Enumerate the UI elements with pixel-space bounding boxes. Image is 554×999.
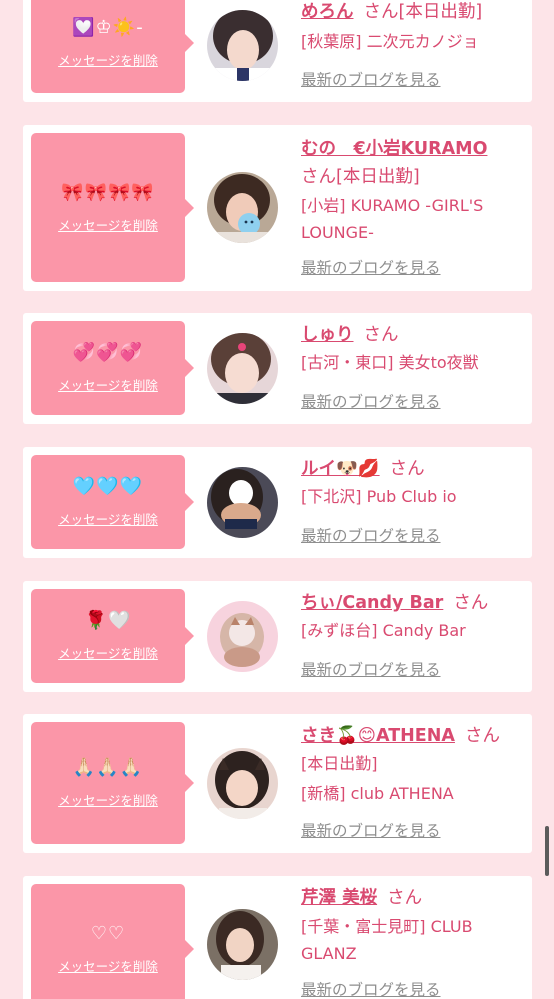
shop-info: [みずほ台] Candy Bar [301, 621, 466, 640]
delete-message-link[interactable]: メッセージを削除 [58, 378, 158, 394]
message-emoji: 🙏🏻🙏🏻🙏🏻 [72, 757, 144, 778]
avatar[interactable] [207, 172, 278, 243]
message-bubble: 🌹🤍 メッセージを削除 [31, 589, 194, 683]
avatar[interactable] [207, 748, 278, 819]
message-card: 💟♔☀️- メッセージを削除 めろん さん[本日出勤] [秋葉原] 二次元カノジョ… [23, 0, 532, 102]
shop-info: [小岩] KURAMO -GIRL'S LOUNGE- [301, 196, 484, 242]
sender-status: [本日出勤] [301, 754, 378, 773]
sender-name-line: ルイ🐶💋 さん [301, 457, 527, 481]
message-bubble: 🎀🎀🎀🎀 メッセージを削除 [31, 133, 194, 282]
avatar[interactable] [207, 10, 278, 81]
message-card: 🌹🤍 メッセージを削除 ちぃ/Candy Bar さん [みずほ台] Candy … [23, 581, 532, 692]
sender-status: [本日出勤] [398, 2, 483, 22]
shop-info: [秋葉原] 二次元カノジョ [301, 32, 479, 51]
delete-message-link[interactable]: メッセージを削除 [58, 793, 158, 809]
shop-info: [古河・東口] 美女to夜獣 [301, 353, 479, 372]
message-card: 💞💞💞 メッセージを削除 しゅり さん [古河・東口] 美女to夜獣 最新のブログ… [23, 313, 532, 424]
message-card: 🎀🎀🎀🎀 メッセージを削除 むの €小岩KURAMO さん[本日出勤] [小岩] … [23, 125, 532, 291]
shop-info: [新橋] club ATHENA [301, 784, 454, 803]
avatar[interactable] [207, 467, 278, 538]
latest-blog-link[interactable]: 最新のブログを見る [301, 660, 441, 680]
sender-name-line: むの €小岩KURAMO さん[本日出勤] [301, 135, 527, 191]
honorific: さん [464, 726, 500, 746]
delete-message-link[interactable]: メッセージを削除 [58, 218, 158, 234]
sender-name-link[interactable]: ちぃ/Candy Bar [301, 593, 443, 613]
honorific: さん [387, 888, 423, 908]
latest-blog-link[interactable]: 最新のブログを見る [301, 70, 441, 90]
message-emoji: 🩵🩵🩵 [72, 476, 144, 497]
scrollbar-thumb[interactable] [545, 826, 549, 876]
honorific: さん [363, 2, 399, 22]
avatar[interactable] [207, 333, 278, 404]
message-card: 🙏🏻🙏🏻🙏🏻 メッセージを削除 さき🍒😊ATHENA さん [本日出勤] [新橋]… [23, 714, 532, 853]
honorific: さん [389, 459, 425, 479]
sender-name-line: しゅり さん [301, 323, 527, 347]
message-bubble: 💟♔☀️- メッセージを削除 [31, 0, 194, 93]
message-list: 💟♔☀️- メッセージを削除 めろん さん[本日出勤] [秋葉原] 二次元カノジョ… [0, 0, 554, 999]
sender-name-line: 芹澤 美桜 さん [301, 886, 527, 910]
sender-name-link[interactable]: さき🍒😊ATHENA [301, 726, 455, 746]
message-emoji: 💞💞💞 [72, 342, 144, 363]
message-bubble: 💞💞💞 メッセージを削除 [31, 321, 194, 415]
delete-message-link[interactable]: メッセージを削除 [58, 959, 158, 975]
delete-message-link[interactable]: メッセージを削除 [58, 512, 158, 528]
delete-message-link[interactable]: メッセージを削除 [58, 646, 158, 662]
sender-name-link[interactable]: むの €小岩KURAMO [301, 139, 487, 159]
message-bubble: ♡♡ メッセージを削除 [31, 884, 194, 999]
honorific: さん [453, 593, 489, 613]
honorific: さん [301, 167, 336, 187]
message-card: ♡♡ メッセージを削除 芹澤 美桜 さん [千葉・富士見町] CLUB GLANZ… [23, 876, 532, 999]
shop-info: [下北沢] Pub Club io [301, 487, 457, 506]
message-emoji: 🌹🤍 [84, 610, 132, 631]
delete-message-link[interactable]: メッセージを削除 [58, 53, 158, 69]
shop-info: [千葉・富士見町] CLUB GLANZ [301, 917, 473, 963]
honorific: さん [363, 325, 399, 345]
latest-blog-link[interactable]: 最新のブログを見る [301, 526, 441, 546]
sender-name-line: ちぃ/Candy Bar さん [301, 591, 527, 615]
message-emoji: 💟♔☀️- [72, 16, 144, 38]
message-bubble: 🙏🏻🙏🏻🙏🏻 メッセージを削除 [31, 722, 194, 844]
sender-name-link[interactable]: 芹澤 美桜 [301, 888, 377, 908]
message-emoji: 🎀🎀🎀🎀 [61, 181, 155, 203]
latest-blog-link[interactable]: 最新のブログを見る [301, 980, 441, 999]
message-card: 🩵🩵🩵 メッセージを削除 ルイ🐶💋 さん [下北沢] Pub Club io 最新… [23, 447, 532, 558]
sender-name-link[interactable]: ルイ🐶💋 [301, 459, 380, 479]
sender-name-line: めろん さん[本日出勤] [301, 0, 527, 24]
message-emoji: ♡♡ [90, 923, 126, 944]
sender-name-link[interactable]: めろん [301, 2, 354, 22]
sender-status: [本日出勤] [336, 167, 420, 187]
sender-name-line: さき🍒😊ATHENA さん [301, 724, 527, 748]
sender-name-link[interactable]: しゅり [301, 325, 354, 345]
latest-blog-link[interactable]: 最新のブログを見る [301, 821, 441, 841]
latest-blog-link[interactable]: 最新のブログを見る [301, 392, 441, 412]
latest-blog-link[interactable]: 最新のブログを見る [301, 258, 441, 278]
message-bubble: 🩵🩵🩵 メッセージを削除 [31, 455, 194, 549]
avatar[interactable] [207, 909, 278, 980]
avatar[interactable] [207, 601, 278, 672]
